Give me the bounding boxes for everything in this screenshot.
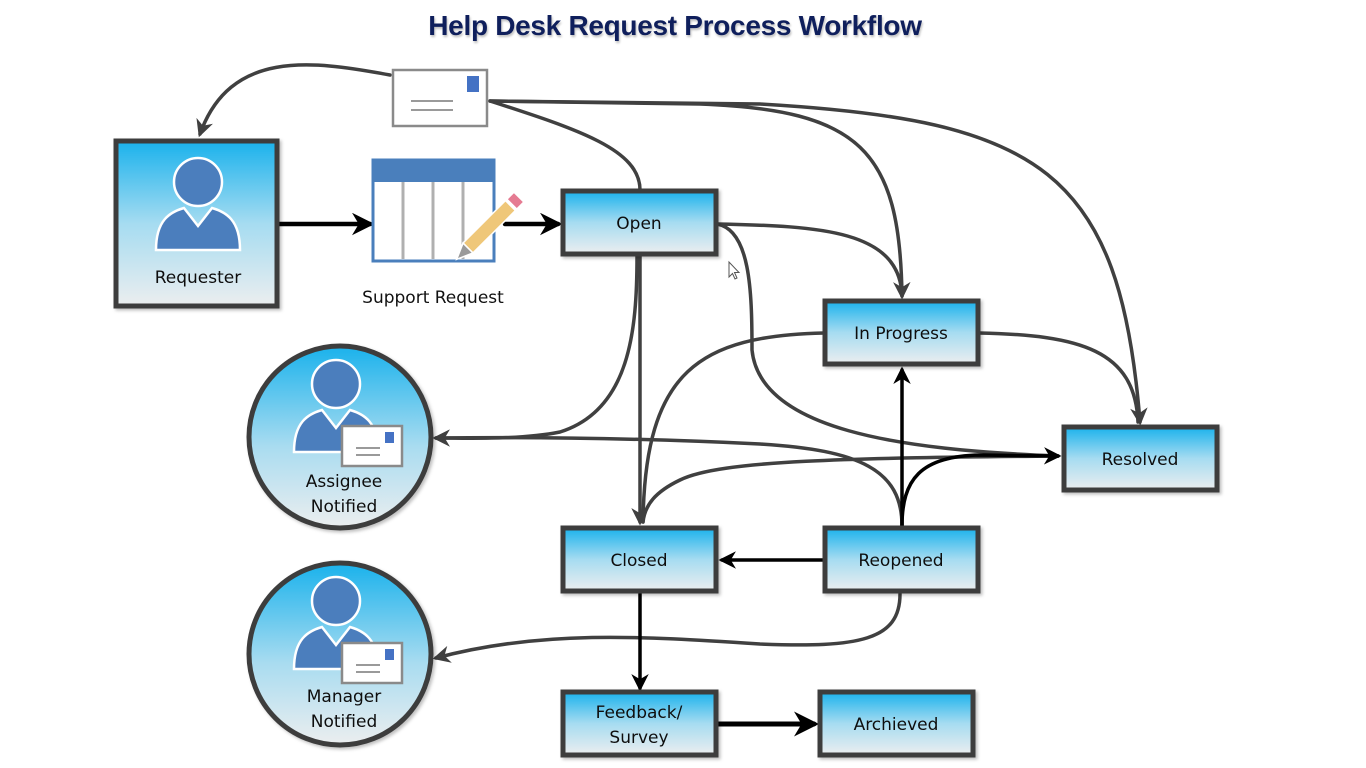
requester-label: Requester xyxy=(155,268,242,288)
edge-in-progress-to-closed xyxy=(641,331,826,524)
node-email[interactable] xyxy=(391,68,489,128)
edge-resolved-to-closed xyxy=(641,454,1060,524)
node-reopened[interactable]: Reopened xyxy=(822,525,981,594)
edge-reopened-to-assignee xyxy=(434,435,904,528)
reopened-label: Reopened xyxy=(858,551,943,571)
support-request-label: Support Request xyxy=(362,288,504,308)
resolved-label: Resolved xyxy=(1102,450,1179,470)
edge-email-to-resolved xyxy=(488,99,1148,426)
closed-label: Closed xyxy=(610,551,667,571)
node-support-request[interactable]: Support Request xyxy=(362,158,525,308)
feedback-label-line2: Survey xyxy=(609,728,668,748)
node-in-progress[interactable]: In Progress xyxy=(822,298,981,367)
open-label: Open xyxy=(616,214,661,234)
assignee-label-line1: Assignee xyxy=(306,472,383,492)
edge-in-progress-to-resolved xyxy=(977,331,1140,424)
node-assignee-notified[interactable]: Assignee Notified xyxy=(246,343,434,531)
node-open[interactable]: Open xyxy=(560,188,719,257)
manager-label-line1: Manager xyxy=(307,687,382,707)
edge-email-to-requester xyxy=(196,63,392,138)
edge-reopened-to-resolved xyxy=(900,447,1062,528)
form-with-pencil-icon xyxy=(371,158,525,263)
feedback-label-line1: Feedback/ xyxy=(596,703,683,723)
node-manager-notified[interactable]: Manager Notified xyxy=(246,560,434,748)
archived-label: Archieved xyxy=(854,715,939,735)
envelope-icon xyxy=(391,68,489,128)
node-resolved[interactable]: Resolved xyxy=(1061,424,1220,493)
node-closed[interactable]: Closed xyxy=(560,525,719,594)
assignee-label-line2: Notified xyxy=(311,497,377,517)
mouse-cursor-icon xyxy=(728,260,741,280)
edge-reopened-to-manager xyxy=(432,592,902,663)
edge-open-to-assignee xyxy=(432,254,639,447)
edge-open-to-email xyxy=(488,99,642,192)
node-feedback-survey[interactable]: Feedback/ Survey xyxy=(560,689,719,758)
manager-label-line2: Notified xyxy=(311,712,377,732)
node-archived[interactable]: Archieved xyxy=(817,689,976,758)
in-progress-label: In Progress xyxy=(854,324,948,344)
node-requester[interactable]: Requester xyxy=(113,138,280,309)
workflow-diagram: Requester Support Request Open In Progre… xyxy=(113,63,1220,758)
